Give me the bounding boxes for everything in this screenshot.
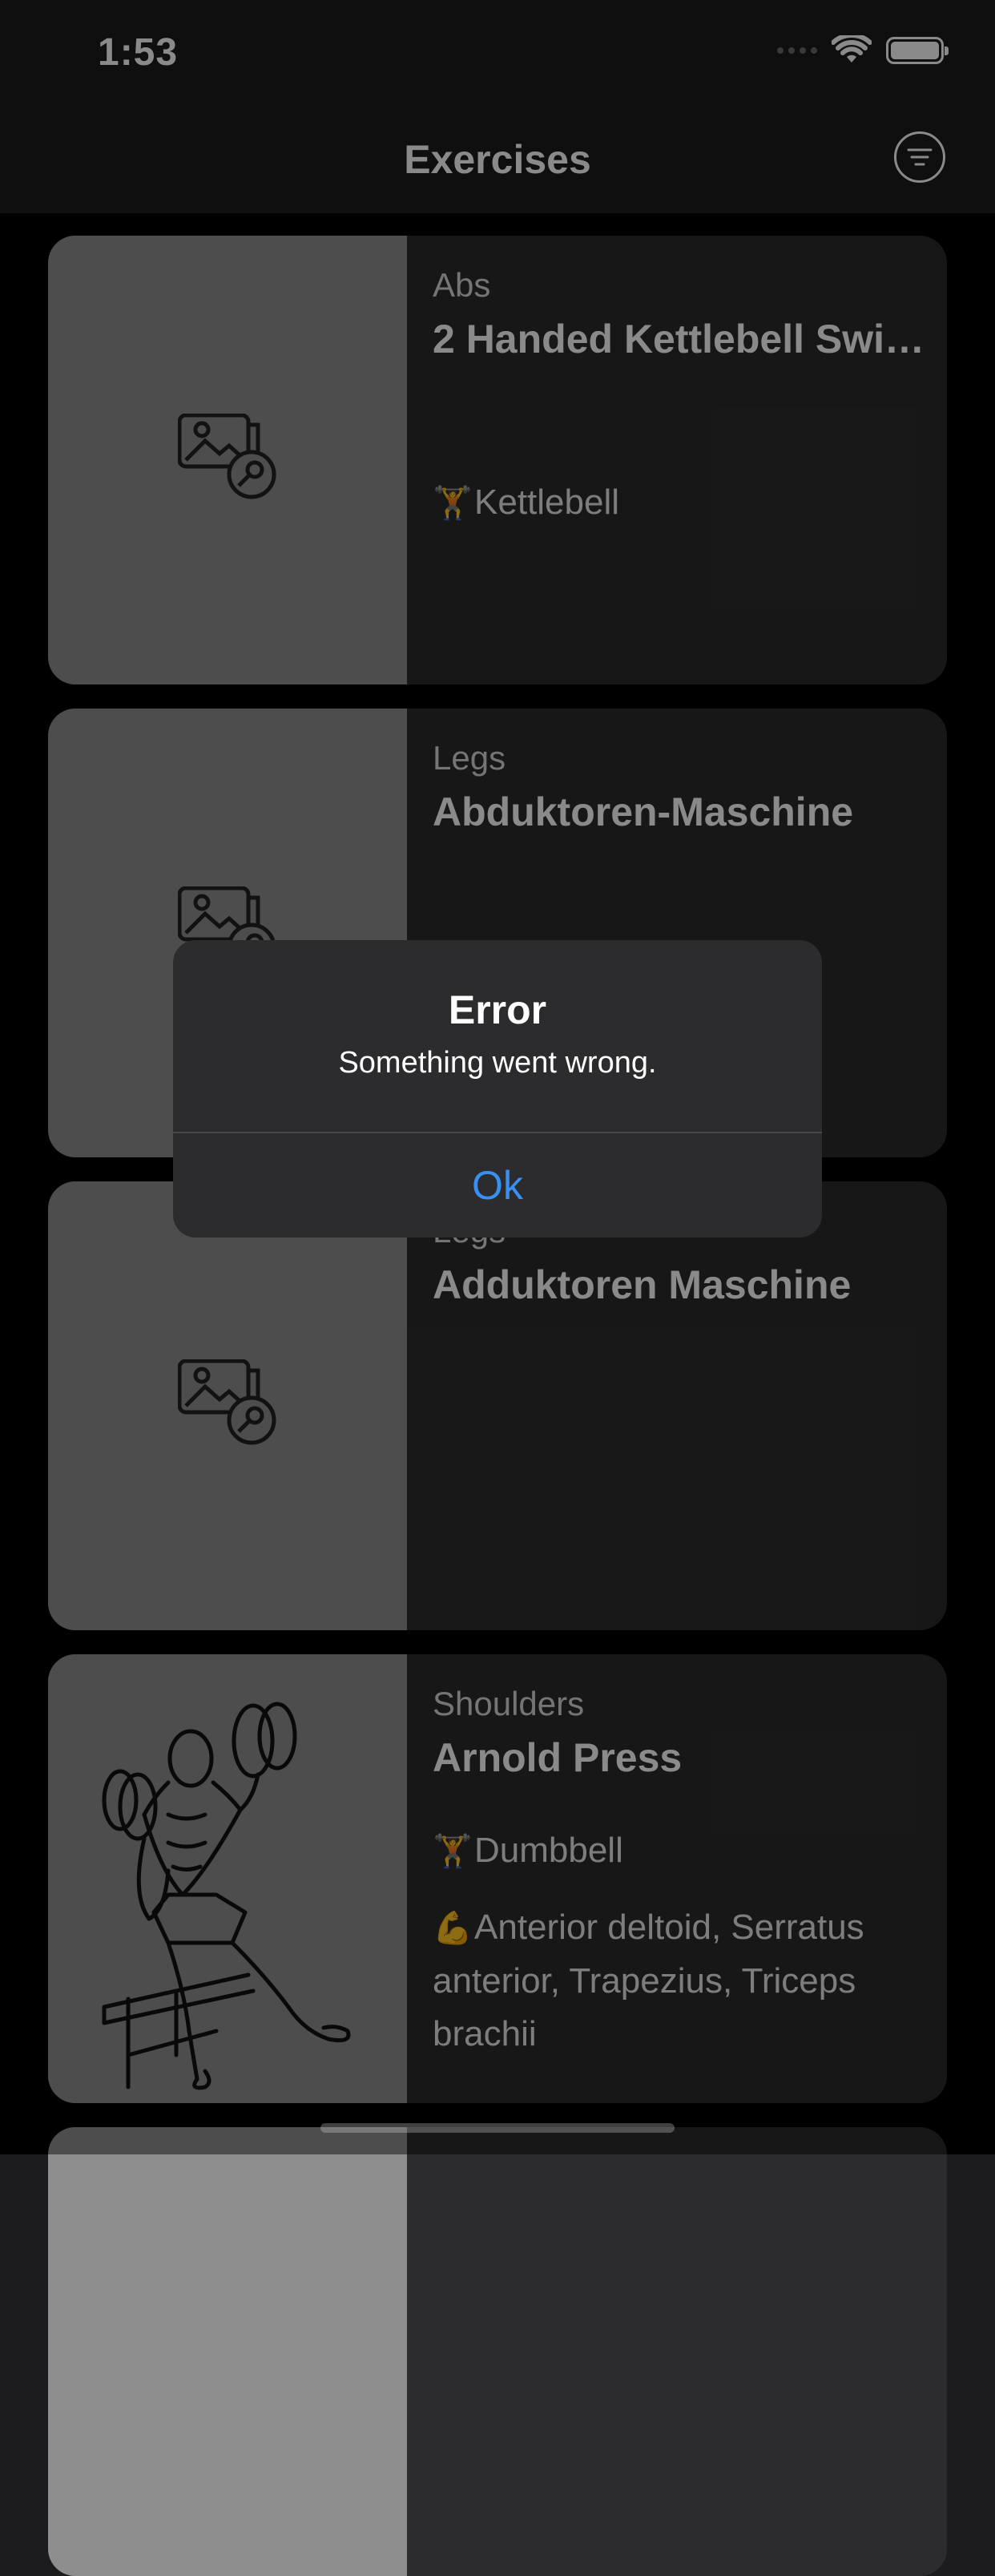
home-indicator[interactable] <box>320 2123 675 2133</box>
alert-message: Something went wrong. <box>338 1046 657 1080</box>
ok-button[interactable]: Ok <box>173 1133 822 1238</box>
exercise-thumbnail <box>48 2127 407 2576</box>
alert-title: Error <box>448 987 547 1032</box>
exercise-card[interactable] <box>48 2127 947 2576</box>
error-alert: Error Something went wrong. Ok <box>173 940 822 1238</box>
